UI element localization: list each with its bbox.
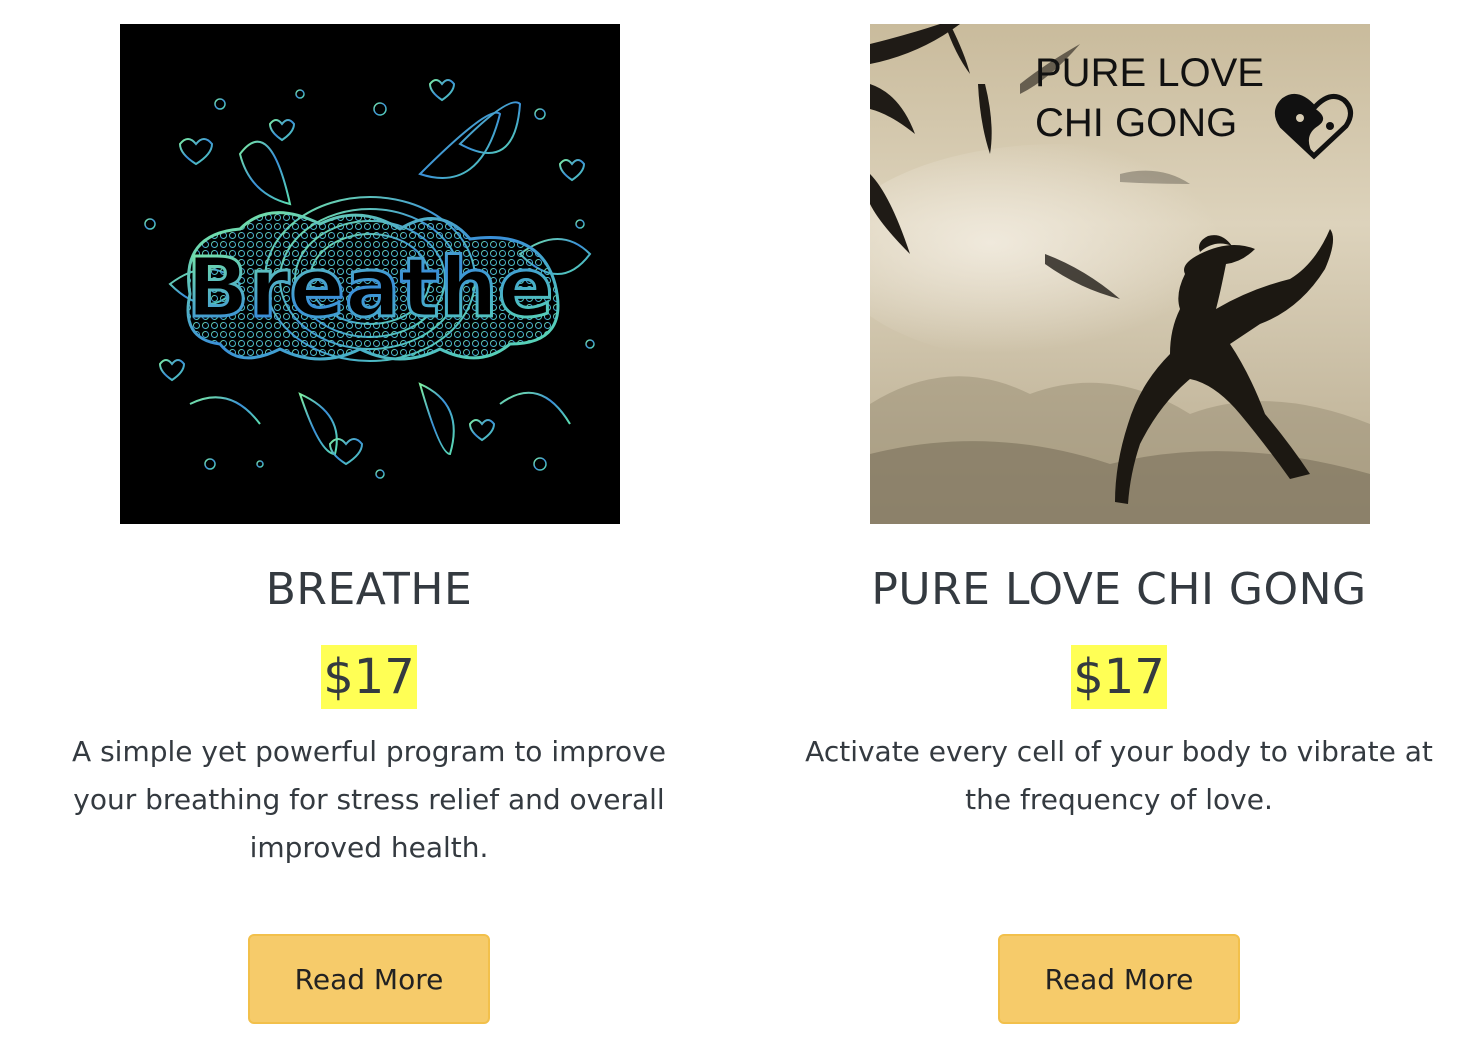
chi-gong-ink-painting-image[interactable]: PURE LOVE CHI GONG xyxy=(870,24,1370,524)
breathe-doodle-image[interactable]: Breathe xyxy=(120,24,620,524)
product-title: BREATHE xyxy=(265,564,473,615)
product-title: PURE LOVE CHI GONG xyxy=(871,564,1367,615)
svg-text:CHI GONG: CHI GONG xyxy=(1035,101,1237,145)
price-badge: $17 xyxy=(321,645,417,709)
price-badge: $17 xyxy=(1071,645,1167,709)
product-description: A simple yet powerful program to improve… xyxy=(72,735,666,864)
read-more-button[interactable]: Read More xyxy=(248,934,490,1024)
read-more-button[interactable]: Read More xyxy=(998,934,1240,1024)
svg-text:Breathe: Breathe xyxy=(186,241,553,336)
product-description: Activate every cell of your body to vibr… xyxy=(805,735,1433,816)
price-row: $17 xyxy=(759,645,1479,709)
product-card-pure-love-chi-gong: PURE LOVE CHI GONG PURE LOVE CHI GONG $1… xyxy=(759,0,1479,1064)
svg-text:PURE LOVE: PURE LOVE xyxy=(1035,51,1264,95)
product-grid: Breathe BREATHE $17 A simple yet powerfu… xyxy=(0,0,1484,1064)
price-row: $17 xyxy=(9,645,729,709)
product-card-breathe: Breathe BREATHE $17 A simple yet powerfu… xyxy=(9,0,729,1064)
